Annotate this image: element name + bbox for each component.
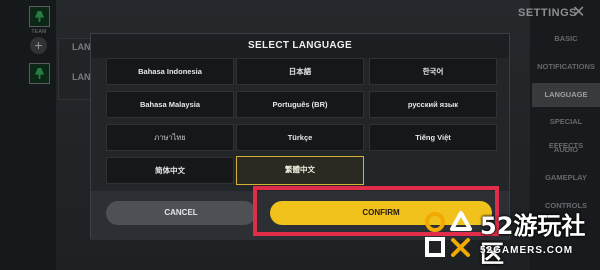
language-option[interactable]: Bahasa Indonesia [106, 58, 234, 85]
watermark-title: 52游玩社区 [480, 212, 586, 268]
language-option[interactable]: ภาษาไทย [106, 124, 234, 151]
cancel-button[interactable]: CANCEL [106, 201, 256, 225]
language-option[interactable]: Tiếng Việt [369, 124, 497, 151]
dialog-title: SELECT LANGUAGE [91, 34, 509, 58]
language-option[interactable]: Bahasa Malaysia [106, 91, 234, 118]
language-option[interactable]: 日本語 [236, 58, 364, 85]
language-option[interactable]: Português (BR) [236, 91, 364, 118]
language-option[interactable]: 简体中文 [106, 157, 234, 184]
language-option[interactable]: русский язык [369, 91, 497, 118]
language-option[interactable]: 繁體中文 [236, 156, 364, 185]
watermark-logo-icon [425, 211, 472, 257]
language-option[interactable]: 한국어 [369, 58, 497, 85]
watermark-subtitle: 52GAMERS.COM [480, 245, 574, 256]
language-option[interactable]: Türkçe [236, 124, 364, 151]
